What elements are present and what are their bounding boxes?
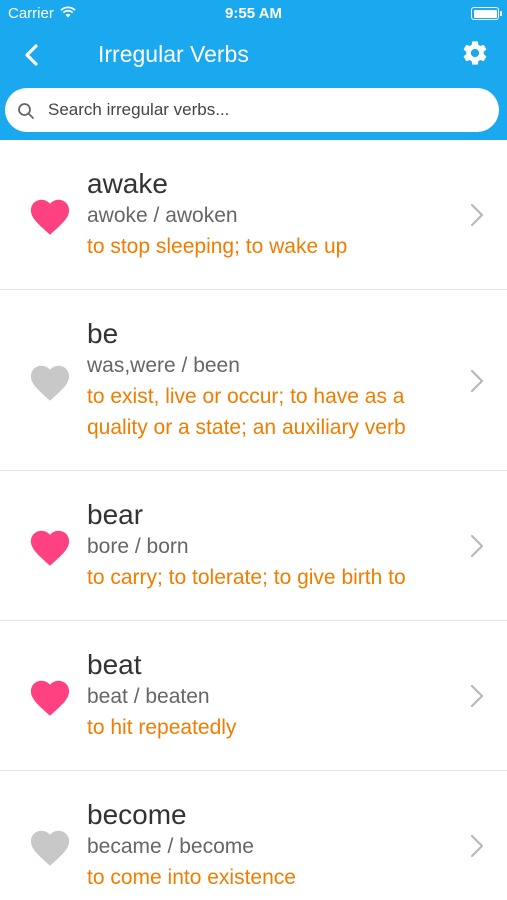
- search-bar: [5, 88, 499, 132]
- search-icon: [17, 102, 35, 120]
- verb-row-be[interactable]: be was,were / been to exist, live or occur…: [0, 290, 507, 471]
- chevron-right-icon: [469, 532, 485, 560]
- clock: 9:55 AM: [225, 5, 282, 22]
- verb-definition: to carry; to tolerate; to give birth to: [87, 566, 406, 589]
- chevron-right-icon: [469, 367, 485, 395]
- verb-word: bear: [87, 499, 144, 530]
- battery-icon: [471, 7, 502, 20]
- verb-list: awake awoke / awoken to stop sleeping; to …: [0, 140, 507, 900]
- status-bar: Carrier 9:55 AM: [0, 0, 507, 28]
- verb-forms: awoke / awoken: [87, 204, 238, 227]
- verb-word: awake: [87, 168, 168, 199]
- verb-definition: to exist, live or occur; to have as a qu…: [87, 385, 406, 439]
- verb-row-become[interactable]: become became / become to come into existe…: [0, 771, 507, 900]
- chevron-left-icon: [25, 44, 38, 66]
- verb-word: beat: [87, 649, 142, 680]
- chevron-right-icon: [469, 682, 485, 710]
- gear-icon: [463, 41, 487, 65]
- verb-forms: beat / beaten: [87, 685, 210, 708]
- heart-filled-icon[interactable]: [27, 675, 73, 717]
- chevron-right-icon: [469, 832, 485, 860]
- verb-row-beat[interactable]: beat beat / beaten to hit repeatedly: [0, 621, 507, 771]
- settings-button[interactable]: [461, 39, 489, 67]
- verb-definition: to hit repeatedly: [87, 716, 237, 739]
- back-button[interactable]: [18, 38, 46, 72]
- heart-filled-icon[interactable]: [27, 194, 73, 236]
- verb-word: become: [87, 799, 187, 830]
- verb-forms: became / become: [87, 835, 254, 858]
- app-header: Carrier 9:55 AM Irregular Verbs: [0, 0, 507, 140]
- verb-word: be: [87, 318, 119, 349]
- heart-filled-icon[interactable]: [27, 525, 73, 567]
- page-title: Irregular Verbs: [98, 41, 249, 67]
- search-input[interactable]: [48, 96, 478, 124]
- verb-definition: to stop sleeping; to wake up: [87, 235, 348, 258]
- chevron-right-icon: [469, 201, 485, 229]
- heart-outline-icon[interactable]: [27, 825, 73, 867]
- verb-row-bear[interactable]: bear bore / born to carry; to tolerate; to…: [0, 471, 507, 621]
- nav-bar: Irregular Verbs: [0, 30, 507, 80]
- verb-forms: was,were / been: [87, 354, 240, 377]
- heart-outline-icon[interactable]: [27, 360, 73, 402]
- verb-row-awake[interactable]: awake awoke / awoken to stop sleeping; to …: [0, 140, 507, 290]
- verb-definition: to come into existence: [87, 866, 296, 889]
- verb-forms: bore / born: [87, 535, 189, 558]
